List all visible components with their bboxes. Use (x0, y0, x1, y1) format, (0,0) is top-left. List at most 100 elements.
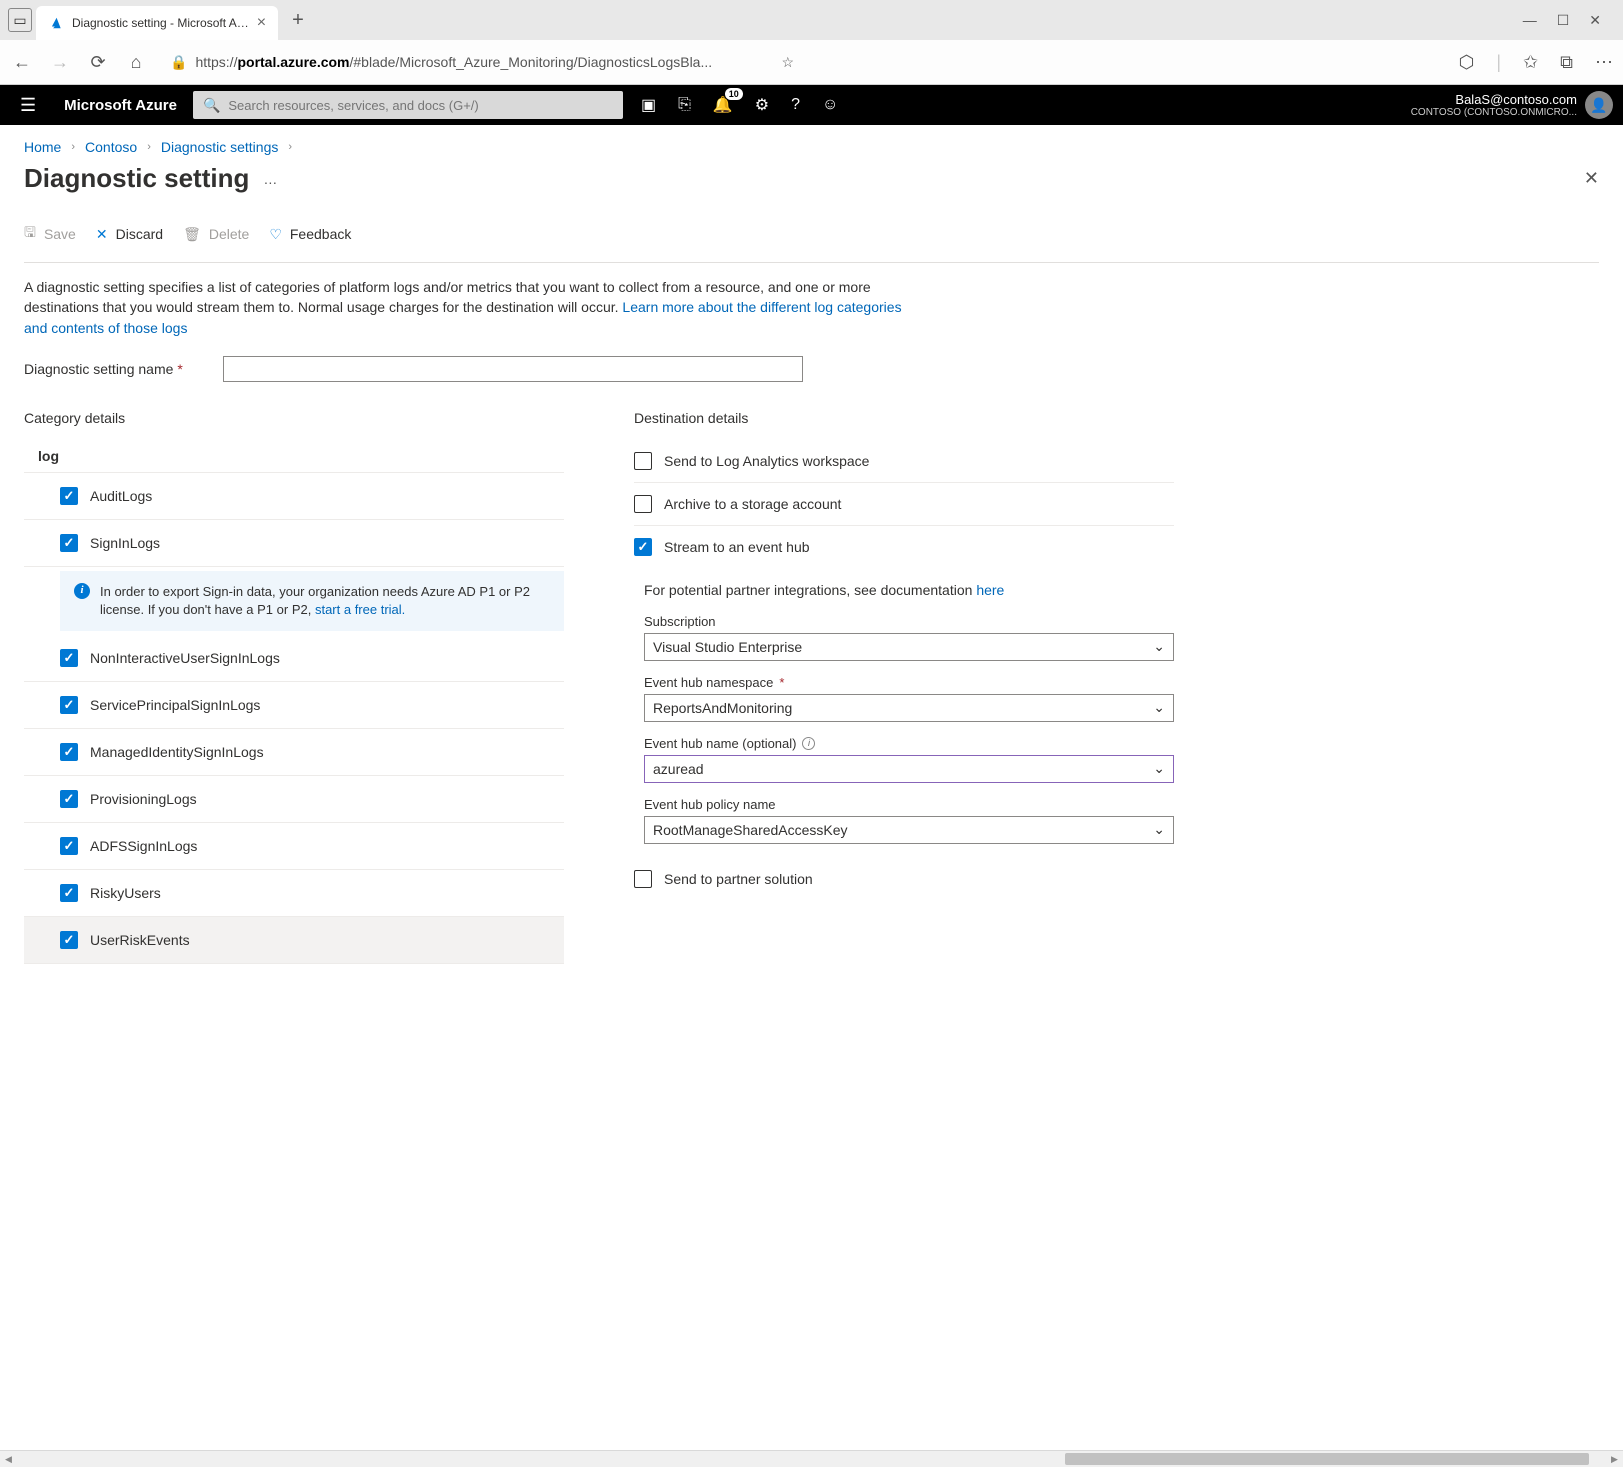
breadcrumb: Home › Contoso › Diagnostic settings › (24, 139, 1599, 155)
partner-doc-link[interactable]: here (976, 582, 1004, 598)
chevron-right-icon: › (71, 141, 75, 153)
discard-button[interactable]: ✕ Discard (96, 222, 163, 246)
page-more-icon[interactable]: … (249, 171, 293, 187)
browser-tab-strip: ▭ Diagnostic setting - Microsoft A… × + … (0, 0, 1623, 40)
new-tab-icon[interactable]: + (282, 9, 314, 32)
checkbox[interactable] (60, 487, 78, 505)
log-item-label: ProvisioningLogs (90, 791, 197, 807)
subscription-label: Subscription (644, 614, 1174, 629)
breadcrumb-contoso[interactable]: Contoso (85, 139, 137, 155)
browser-tab-active[interactable]: Diagnostic setting - Microsoft A… × (36, 6, 278, 40)
azure-favicon (48, 15, 64, 31)
checkbox[interactable] (60, 743, 78, 761)
horizontal-scrollbar[interactable]: ◀ ▶ (0, 1450, 1623, 1467)
chevron-right-icon: › (147, 141, 151, 153)
subscription-select[interactable]: Visual Studio Enterprise ⌄ (644, 633, 1174, 661)
window-minimize-icon[interactable]: — (1523, 12, 1537, 29)
checkbox[interactable] (60, 837, 78, 855)
log-item[interactable]: ManagedIdentitySignInLogs (24, 729, 564, 776)
breadcrumb-home[interactable]: Home (24, 139, 61, 155)
window-maximize-icon[interactable]: ☐ (1557, 12, 1570, 29)
scroll-right-icon[interactable]: ▶ (1606, 1451, 1623, 1467)
checkbox[interactable] (60, 931, 78, 949)
namespace-select[interactable]: ReportsAndMonitoring ⌄ (644, 694, 1174, 722)
delete-button: 🗑 Delete (183, 222, 249, 246)
favorites-icon[interactable]: ✩ (1523, 52, 1538, 73)
breadcrumb-diagnostic-settings[interactable]: Diagnostic settings (161, 139, 279, 155)
checkbox[interactable] (634, 538, 652, 556)
scroll-track[interactable] (17, 1451, 1606, 1467)
dest-event-hub[interactable]: Stream to an event hub (634, 526, 1174, 568)
close-blade-icon[interactable]: ✕ (1584, 168, 1599, 189)
log-item-label: RiskyUsers (90, 885, 161, 901)
checkbox[interactable] (634, 870, 652, 888)
info-icon: i (74, 583, 90, 599)
site-lock-icon[interactable]: 🔒 (170, 54, 187, 71)
log-item[interactable]: RiskyUsers (24, 870, 564, 917)
feedback-top-icon[interactable]: ☺ (822, 96, 838, 114)
directories-icon[interactable]: ⎘ (678, 96, 691, 114)
hubname-select[interactable]: azuread ⌄ (644, 755, 1174, 783)
notification-badge: 10 (725, 88, 743, 100)
checkbox[interactable] (60, 790, 78, 808)
dest-partner-solution[interactable]: Send to partner solution (634, 858, 1174, 900)
dest-log-analytics[interactable]: Send to Log Analytics workspace (634, 440, 1174, 483)
nav-forward-icon: → (48, 52, 72, 73)
checkbox[interactable] (634, 495, 652, 513)
log-item[interactable]: ProvisioningLogs (24, 776, 564, 823)
info-icon[interactable]: i (802, 737, 815, 750)
log-item[interactable]: UserRiskEvents (24, 917, 564, 964)
log-item[interactable]: NonInteractiveUserSignInLogs (24, 635, 564, 682)
favorite-star-icon[interactable]: ☆ (781, 54, 794, 71)
log-item[interactable]: ADFSSignInLogs (24, 823, 564, 870)
log-heading: log (24, 440, 564, 473)
feedback-button[interactable]: ♡ Feedback (269, 222, 351, 246)
scroll-thumb[interactable] (1065, 1453, 1589, 1465)
browser-menu-icon[interactable]: ⋯ (1595, 52, 1613, 73)
scroll-left-icon[interactable]: ◀ (0, 1451, 17, 1467)
brand-label[interactable]: Microsoft Azure (48, 97, 193, 114)
log-item[interactable]: AuditLogs (24, 473, 564, 520)
description-text: A diagnostic setting specifies a list of… (24, 277, 904, 338)
nav-refresh-icon[interactable]: ⟳ (86, 52, 110, 73)
page-title: Diagnostic setting (24, 163, 249, 194)
checkbox[interactable] (60, 649, 78, 667)
hamburger-icon[interactable]: ☰ (8, 95, 48, 116)
chevron-right-icon: › (288, 141, 292, 153)
chevron-down-icon: ⌄ (1153, 760, 1165, 777)
avatar[interactable]: 👤 (1585, 91, 1613, 119)
checkbox[interactable] (60, 884, 78, 902)
help-icon[interactable]: ? (791, 96, 800, 114)
checkbox[interactable] (60, 696, 78, 714)
policy-select[interactable]: RootManageSharedAccessKey ⌄ (644, 816, 1174, 844)
checkbox[interactable] (60, 534, 78, 552)
save-icon: 🖫 (24, 222, 36, 246)
log-item[interactable]: SignInLogs (24, 520, 564, 567)
url-field[interactable]: 🔒 https://portal.azure.com/#blade/Micros… (162, 54, 802, 71)
tab-title: Diagnostic setting - Microsoft A… (72, 16, 249, 30)
global-search-input[interactable] (228, 98, 613, 113)
chevron-down-icon: ⌄ (1153, 821, 1165, 838)
settings-gear-icon[interactable]: ⚙ (755, 95, 769, 115)
nav-back-icon[interactable]: ← (10, 52, 34, 73)
chevron-down-icon: ⌄ (1153, 638, 1165, 655)
notifications-icon[interactable]: 🔔10 (713, 95, 733, 115)
global-search[interactable]: 🔍 (193, 91, 623, 119)
setting-name-label: Diagnostic setting name * (24, 361, 183, 377)
log-item-label: NonInteractiveUserSignInLogs (90, 650, 280, 666)
log-item-label: ManagedIdentitySignInLogs (90, 744, 264, 760)
dest-storage-account[interactable]: Archive to a storage account (634, 483, 1174, 526)
collections-icon[interactable]: ⧉ (1560, 52, 1573, 73)
setting-name-input[interactable] (223, 356, 803, 382)
extensions-icon[interactable]: ⬡ (1459, 52, 1475, 73)
window-close-icon[interactable]: ✕ (1589, 12, 1601, 29)
checkbox[interactable] (634, 452, 652, 470)
cloud-shell-icon[interactable]: ▣ (641, 95, 656, 115)
tab-overview-icon[interactable]: ▭ (8, 8, 32, 32)
account-menu[interactable]: BalaS@contoso.com CONTOSO (CONTOSO.ONMIC… (1411, 91, 1623, 119)
nav-home-icon[interactable]: ⌂ (124, 52, 148, 73)
log-item-label: ServicePrincipalSignInLogs (90, 697, 260, 713)
tab-close-icon[interactable]: × (257, 14, 266, 32)
log-item[interactable]: ServicePrincipalSignInLogs (24, 682, 564, 729)
free-trial-link[interactable]: start a free trial. (315, 602, 405, 617)
